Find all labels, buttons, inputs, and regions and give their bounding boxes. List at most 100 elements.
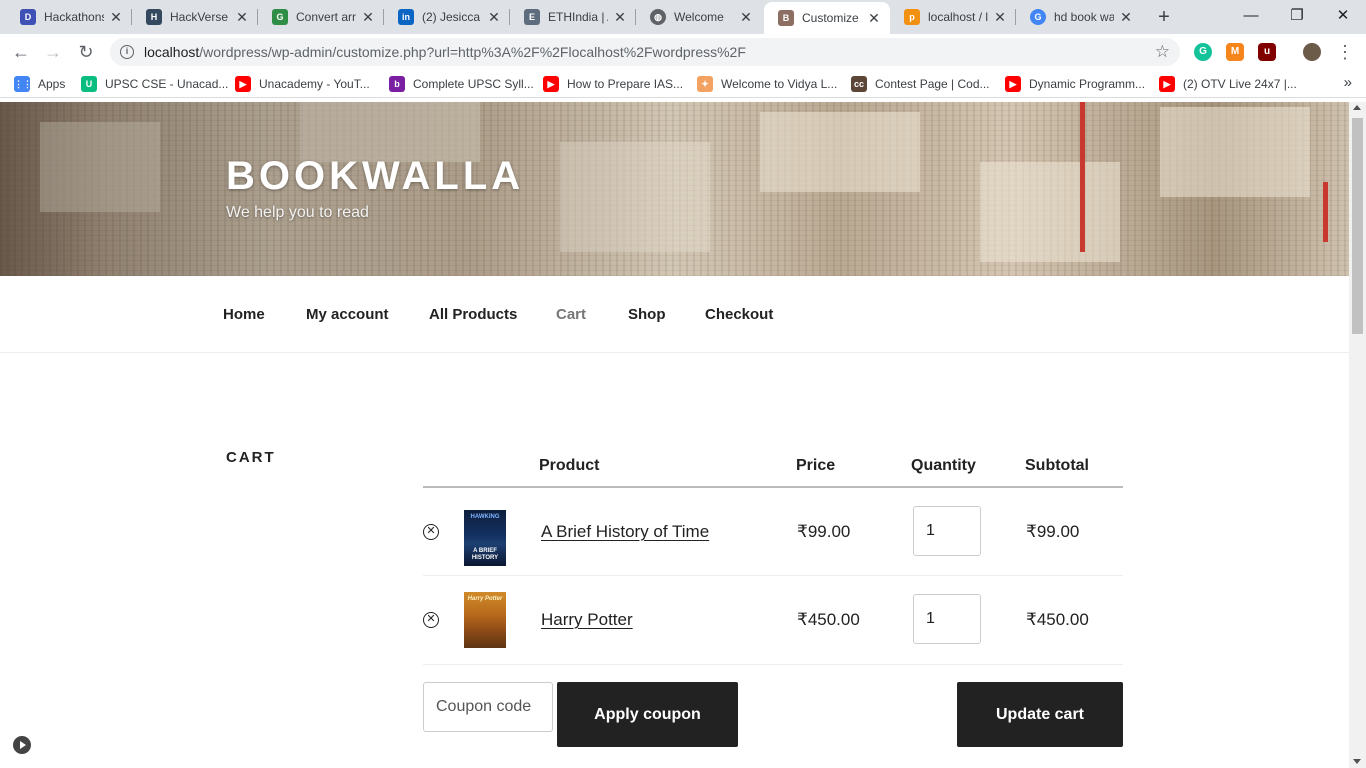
address-bar[interactable]: i localhost/wordpress/wp-admin/customize…: [110, 38, 1180, 66]
google-icon: G: [1030, 9, 1046, 25]
bookmark-upsc-syllabus[interactable]: b Complete UPSC Syll...: [389, 75, 534, 93]
close-icon[interactable]: ✕: [108, 9, 124, 26]
new-tab-button[interactable]: +: [1153, 6, 1175, 28]
ublock-icon[interactable]: u: [1258, 43, 1276, 61]
close-icon[interactable]: ✕: [1118, 9, 1134, 26]
nav-all-products[interactable]: All Products: [429, 306, 517, 323]
chrome-menu-icon[interactable]: ⋮: [1332, 39, 1358, 65]
back-arrow-icon[interactable]: ←: [8, 39, 34, 65]
tab-title: ETHIndia | A: [548, 10, 608, 24]
url-path: /wordpress/wp-admin/customize.php?url=ht…: [199, 44, 746, 60]
nav-checkout[interactable]: Checkout: [705, 306, 773, 323]
tab-google-search[interactable]: G hd book wa ✕: [1016, 0, 1142, 34]
info-icon[interactable]: i: [120, 45, 134, 59]
bookmark-star-icon[interactable]: ☆: [1155, 42, 1170, 62]
close-icon[interactable]: ✕: [360, 9, 376, 26]
product-price: ₹450.00: [797, 610, 860, 629]
bookmark-codechef[interactable]: cc Contest Page | Cod...: [851, 75, 990, 93]
product-thumbnail[interactable]: Harry Potter: [464, 592, 506, 648]
nav-cart[interactable]: Cart: [556, 306, 586, 323]
nav-shop[interactable]: Shop: [628, 306, 666, 323]
ethindia-icon: E: [524, 9, 540, 25]
bookmark-otv-live[interactable]: ▶ (2) OTV Live 24x7 |...: [1159, 75, 1297, 93]
linkedin-icon: in: [398, 9, 414, 25]
phpmyadmin-icon: p: [904, 9, 920, 25]
tab-convert[interactable]: G Convert arr ✕: [258, 0, 384, 34]
remove-item-icon[interactable]: ✕: [423, 524, 439, 540]
hackverse-icon: H: [146, 9, 162, 25]
close-icon[interactable]: ✕: [992, 9, 1008, 26]
close-icon[interactable]: ✕: [866, 10, 882, 27]
bookmark-purple-icon: b: [389, 76, 405, 92]
bookmark-vidya[interactable]: ✦ Welcome to Vidya L...: [697, 75, 837, 93]
header-image: BOOKWALLA We help you to read: [0, 102, 1349, 276]
main-navigation: Home My account All Products Cart Shop C…: [0, 276, 1349, 353]
grammarly-icon[interactable]: G: [1194, 43, 1212, 61]
bookmark-label: Complete UPSC Syll...: [413, 77, 534, 91]
bookmark-apps[interactable]: ⋮⋮ Apps: [14, 75, 65, 93]
apply-coupon-button[interactable]: Apply coupon: [557, 682, 738, 747]
restore-button[interactable]: ❐: [1274, 4, 1320, 28]
bookmark-dynamic-programming[interactable]: ▶ Dynamic Programm...: [1005, 75, 1145, 93]
bookmark-label: Welcome to Vidya L...: [721, 77, 838, 91]
nav-my-account[interactable]: My account: [306, 306, 389, 323]
tab-strip: D Hackathons ✕ H HackVerse | ✕ G Convert…: [0, 0, 1366, 34]
metamask-icon[interactable]: M: [1226, 43, 1244, 61]
scrollbar-thumb[interactable]: [1352, 118, 1363, 334]
tab-hackverse[interactable]: H HackVerse | ✕: [132, 0, 258, 34]
scroll-down-arrow-icon[interactable]: [1353, 759, 1361, 764]
tab-phpmyadmin[interactable]: p localhost / l ✕: [890, 0, 1016, 34]
close-window-button[interactable]: ✕: [1320, 4, 1366, 28]
bookmark-label: (2) OTV Live 24x7 |...: [1183, 77, 1297, 91]
quantity-input[interactable]: [913, 506, 981, 556]
youtube-icon: ▶: [1005, 76, 1021, 92]
bookmarks-bar: ⋮⋮ Apps U UPSC CSE - Unacad... ▶ Unacademy …: [0, 70, 1366, 98]
forward-arrow-icon[interactable]: →: [40, 39, 66, 65]
product-name-link[interactable]: Harry Potter: [541, 610, 633, 630]
remove-item-icon[interactable]: ✕: [423, 612, 439, 628]
tab-title: Welcome: [674, 10, 724, 24]
customizer-toggle-icon[interactable]: [13, 736, 31, 754]
bookmark-label: How to Prepare IAS...: [567, 77, 684, 91]
close-icon[interactable]: ✕: [486, 9, 502, 26]
tab-title: HackVerse |: [170, 10, 230, 24]
tab-title: Customize: [802, 11, 859, 25]
tab-customize[interactable]: B Customize ✕: [764, 2, 890, 34]
column-header-subtotal: Subtotal: [1025, 457, 1089, 474]
scroll-up-arrow-icon[interactable]: [1353, 105, 1361, 110]
close-icon[interactable]: ✕: [234, 9, 250, 26]
bookmark-label: Apps: [38, 77, 66, 91]
bookmark-unacademy-youtube[interactable]: ▶ Unacademy - YouT...: [235, 75, 370, 93]
page-scrollbar[interactable]: [1349, 102, 1366, 768]
minimize-button[interactable]: —: [1228, 4, 1274, 28]
update-cart-button[interactable]: Update cart: [957, 682, 1123, 747]
table-row: ✕ Harry Potter Harry Potter ₹450.00 ₹450…: [423, 577, 1123, 665]
page-title: CART: [226, 449, 276, 466]
coupon-code-input[interactable]: [423, 682, 553, 732]
youtube-icon: ▶: [543, 76, 559, 92]
tab-title: Convert arr: [296, 10, 356, 24]
tab-title: (2) Jesicca N: [422, 10, 482, 24]
tab-hackathons[interactable]: D Hackathons ✕: [6, 0, 132, 34]
bookmark-upsc-unacademy[interactable]: U UPSC CSE - Unacad...: [81, 75, 228, 93]
geeksforgeeks-icon: G: [272, 9, 288, 25]
tab-linkedin[interactable]: in (2) Jesicca N ✕: [384, 0, 510, 34]
quantity-input[interactable]: [913, 594, 981, 644]
nav-home[interactable]: Home: [223, 306, 265, 323]
close-icon[interactable]: ✕: [612, 9, 628, 26]
youtube-icon: ▶: [235, 76, 251, 92]
bookmark-prepare-ias[interactable]: ▶ How to Prepare IAS...: [543, 75, 683, 93]
tab-welcome[interactable]: ◍ Welcome ✕: [636, 0, 762, 34]
codechef-icon: cc: [851, 76, 867, 92]
product-subtotal: ₹99.00: [1026, 522, 1080, 541]
site-title[interactable]: BOOKWALLA: [226, 154, 524, 199]
product-name-link[interactable]: A Brief History of Time: [541, 522, 709, 542]
close-icon[interactable]: ✕: [738, 9, 754, 26]
vidya-icon: ✦: [697, 76, 713, 92]
tab-ethindia[interactable]: E ETHIndia | A ✕: [510, 0, 636, 34]
page-viewport: BOOKWALLA We help you to read Home My ac…: [0, 102, 1349, 768]
reload-icon[interactable]: ↻: [73, 39, 99, 65]
profile-avatar[interactable]: [1303, 43, 1321, 61]
more-bookmarks-button[interactable]: »: [1344, 74, 1352, 91]
product-thumbnail[interactable]: HAWKING A BRIEF HISTORY: [464, 510, 506, 566]
